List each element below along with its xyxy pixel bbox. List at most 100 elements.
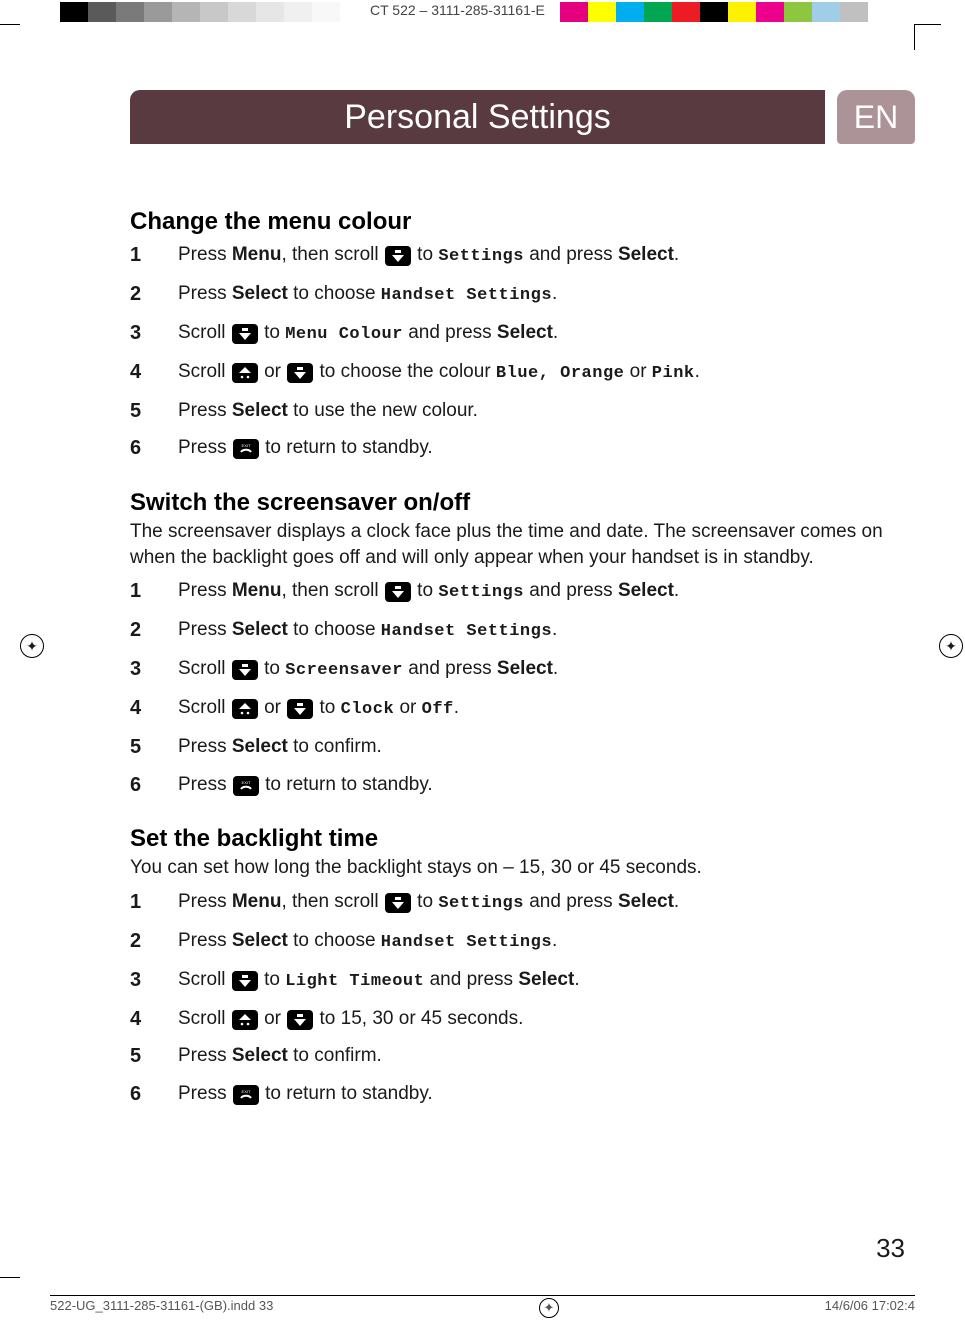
step-item: Press Menu, then scroll to Settings and … [130,578,885,605]
menu-option-label: Blue, Orange [496,364,624,383]
step-text: Press [178,1083,232,1104]
menu-option-label: Pink [652,364,695,383]
bold-label: Select [497,322,553,343]
step-text: Scroll [178,658,231,679]
step-text: . [454,697,459,718]
step-item: Press Menu, then scroll to Settings and … [130,889,885,916]
scroll-down-key-icon [385,893,411,913]
step-text: to [259,658,285,679]
print-header-code: CT 522 – 3111-285-31161-E [370,2,545,18]
crop-mark [915,24,941,25]
exit-key-icon: EXIT [233,1085,259,1105]
step-item: Press EXIT to return to standby. [130,435,885,461]
step-text: and press [524,244,618,265]
content-area: Change the menu colourPress Menu, then s… [130,180,885,1119]
step-item: Press Menu, then scroll to Settings and … [130,242,885,269]
step-text: and press [424,969,518,990]
step-text: . [695,361,700,382]
steps-list: Press Menu, then scroll to Settings and … [130,889,885,1107]
menu-option-label: Screensaver [285,661,403,680]
color-calibration-bar [560,2,868,22]
page-number: 33 [876,1233,905,1264]
step-text: and press [403,658,497,679]
bold-label: Select [618,891,674,912]
step-text: or [624,361,651,382]
menu-option-label: Clock [341,700,395,719]
step-text: . [674,891,679,912]
menu-option-label: Handset Settings [381,933,552,952]
menu-option-label: Handset Settings [381,286,552,305]
step-text: or [259,1008,286,1029]
step-item: Press Select to choose Handset Settings. [130,928,885,955]
step-text: . [552,619,557,640]
step-text: to return to standby. [260,1083,433,1104]
menu-option-label: Off [422,700,454,719]
step-text: to [412,580,438,601]
section-heading: Set the backlight time [130,825,885,853]
step-text: to [314,697,340,718]
step-text: , then scroll [281,244,383,265]
scroll-down-key-icon [385,582,411,602]
step-item: Press Select to use the new colour. [130,398,885,424]
language-badge: EN [837,90,915,144]
section-intro: You can set how long the backlight stays… [130,855,885,881]
step-text: . [553,658,558,679]
bold-label: Select [232,400,288,421]
svg-text:EXIT: EXIT [241,443,250,448]
step-text: to confirm. [288,736,382,757]
step-text: to [259,969,285,990]
step-item: Scroll or to Clock or Off. [130,695,885,722]
bold-label: Select [232,930,288,951]
step-text: to choose [288,930,381,951]
step-text: to choose [288,283,381,304]
bold-label: Select [232,619,288,640]
crop-mark [0,1277,20,1278]
scroll-down-key-icon [287,699,313,719]
step-item: Scroll to Menu Colour and press Select. [130,320,885,347]
step-text: Scroll [178,969,231,990]
exit-key-icon: EXIT [233,439,259,459]
bold-label: Select [497,658,553,679]
step-text: and press [524,891,618,912]
step-item: Press Select to confirm. [130,1043,885,1069]
step-item: Press EXIT to return to standby. [130,1081,885,1107]
bold-label: Menu [232,891,282,912]
step-text: to use the new colour. [288,400,478,421]
bold-label: Select [232,283,288,304]
menu-option-label: Settings [438,894,524,913]
menu-option-label: Menu Colour [285,325,403,344]
step-item: Press Select to confirm. [130,734,885,760]
step-item: Scroll to Light Timeout and press Select… [130,967,885,994]
bold-label: Menu [232,244,282,265]
step-text: Press [178,736,232,757]
step-text: Press [178,400,232,421]
page-title: Personal Settings [130,90,825,144]
step-text: to return to standby. [260,437,433,458]
section-heading: Change the menu colour [130,208,885,236]
step-text: , then scroll [281,580,383,601]
scroll-down-key-icon [385,246,411,266]
step-text: Scroll [178,1008,231,1029]
step-text: . [552,283,557,304]
scroll-up-key-icon [232,699,258,719]
step-item: Press EXIT to return to standby. [130,772,885,798]
print-footer: 522-UG_3111-285-31161-(GB).indd 33 ✦ 14/… [50,1295,915,1318]
crop-mark [914,24,915,50]
step-text: or [259,697,286,718]
bold-label: Select [618,244,674,265]
bold-label: Select [232,736,288,757]
step-text: Press [178,930,232,951]
title-bar: Personal Settings EN [130,90,915,144]
grayscale-calibration-bar [60,2,368,22]
step-text: . [552,930,557,951]
step-text: to confirm. [288,1045,382,1066]
step-text: . [553,322,558,343]
step-text: Press [178,580,232,601]
step-text: . [574,969,579,990]
steps-list: Press Menu, then scroll to Settings and … [130,242,885,461]
step-text: , then scroll [281,891,383,912]
step-text: Press [178,619,232,640]
section-intro: The screensaver displays a clock face pl… [130,519,885,570]
step-text: to 15, 30 or 45 seconds. [314,1008,523,1029]
step-item: Press Select to choose Handset Settings. [130,281,885,308]
